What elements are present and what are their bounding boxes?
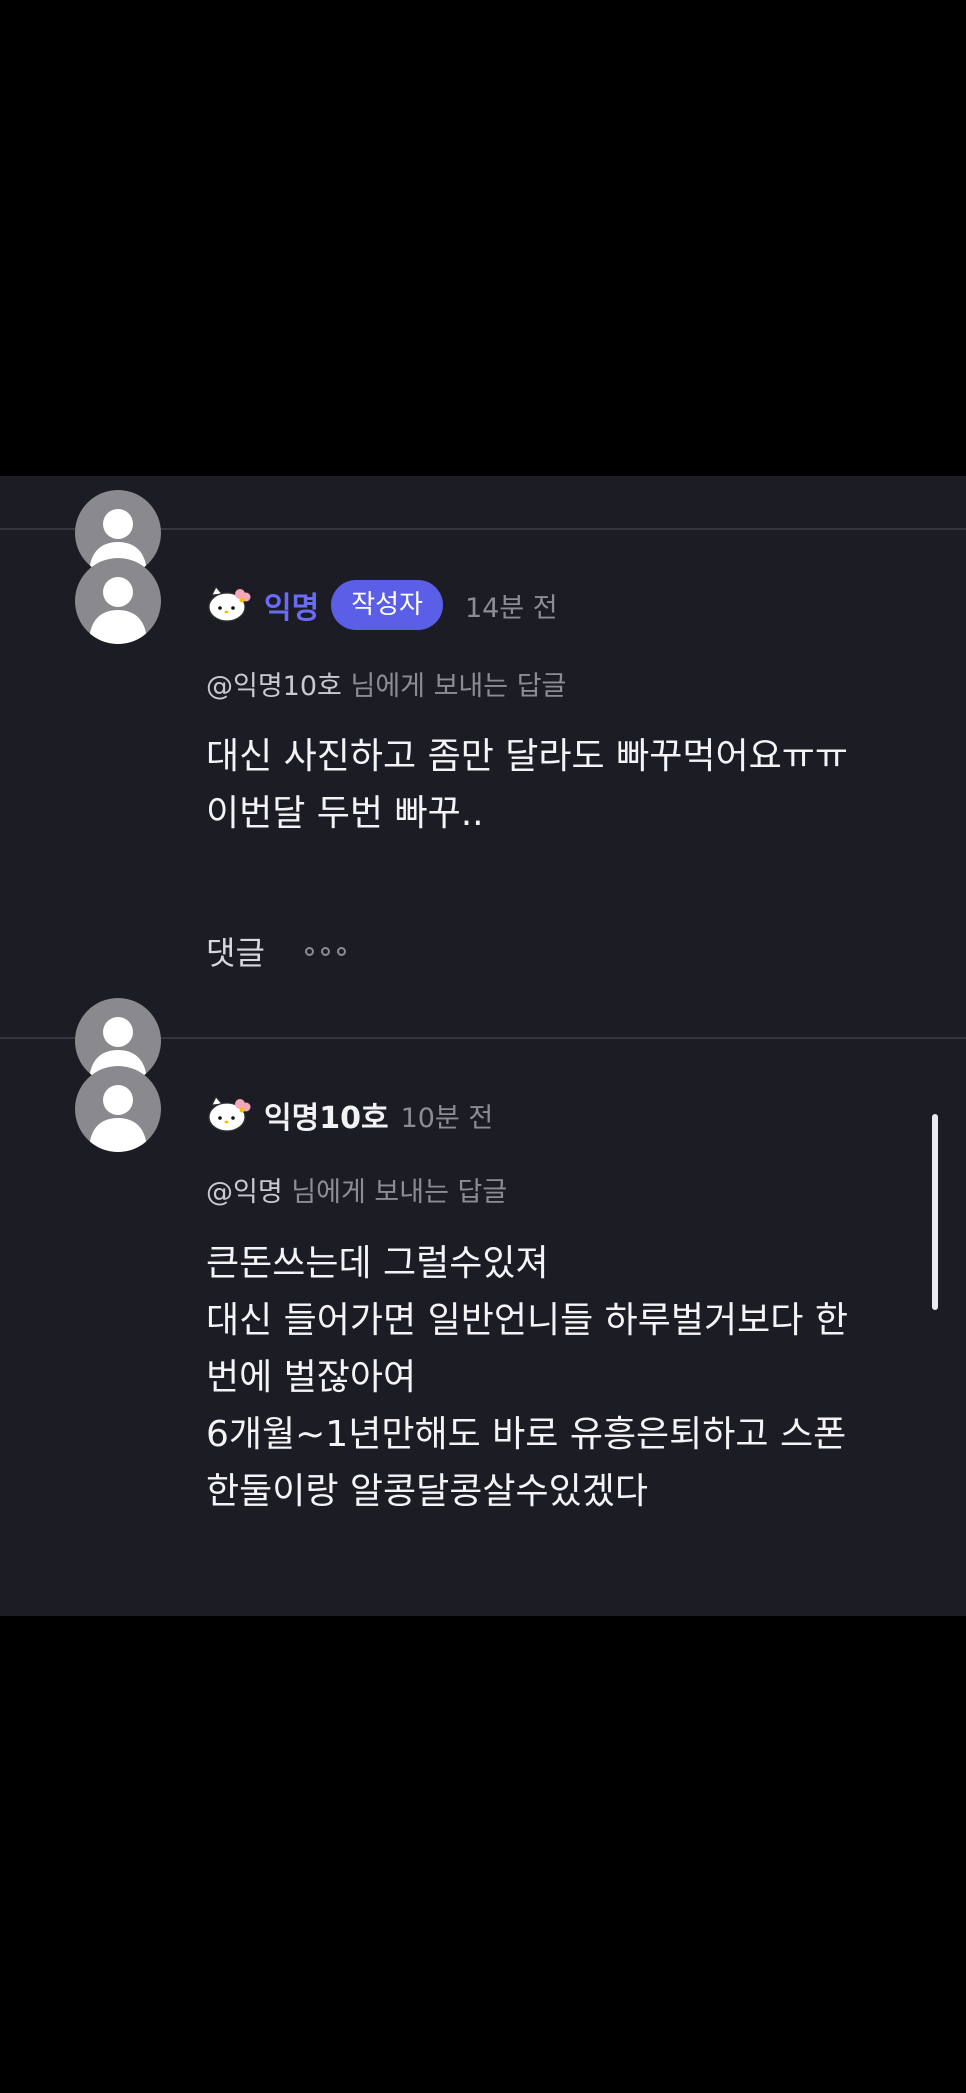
reply-target: @익명 님에게 보내는 답글 bbox=[206, 1170, 507, 1209]
comment-line: 6개월~1년만해도 바로 유흥은퇴하고 스폰 bbox=[206, 1414, 847, 1455]
reply-target: @익명10호 님에게 보내는 답글 bbox=[206, 664, 566, 703]
comment-line: 대신 사진하고 좀만 달라도 빠꾸먹어요ㅠㅠ bbox=[206, 736, 848, 777]
user-silhouette-icon bbox=[89, 577, 147, 644]
more-options-icon[interactable] bbox=[304, 946, 346, 956]
comment-panel: 익명 작성자 14분 전 @익명10호 님에게 보내는 답글 대신 사진하고 좀… bbox=[0, 476, 966, 1616]
reply-target-suffix: 님에게 보내는 답글 bbox=[291, 1177, 508, 1208]
comment-body: 대신 사진하고 좀만 달라도 빠꾸먹어요ㅠㅠ 이번달 두번 빠꾸.. bbox=[206, 728, 926, 842]
author-name[interactable]: 익명10호 bbox=[264, 1093, 389, 1137]
reply-target-suffix: 님에게 보내는 답글 bbox=[350, 671, 567, 702]
user-silhouette-icon bbox=[89, 1085, 147, 1152]
comment-line: 한둘이랑 알콩달콩살수있겠다 bbox=[206, 1471, 649, 1512]
comment-actions: 댓글 bbox=[206, 928, 346, 974]
comment-line: 큰돈쓰는데 그럴수있져 bbox=[206, 1243, 549, 1284]
comment-line: 대신 들어가면 일반언니들 하루벌거보다 한 bbox=[206, 1300, 848, 1341]
avatar-stack[interactable] bbox=[75, 998, 161, 1152]
comment-header: 익명 작성자 14분 전 bbox=[206, 580, 558, 630]
comment-line: 번에 벌잖아여 bbox=[206, 1357, 417, 1398]
scrollbar[interactable] bbox=[932, 1114, 938, 1310]
avatar bbox=[75, 558, 161, 644]
reply-target-name[interactable]: @익명 bbox=[206, 1177, 283, 1208]
comment-line: 이번달 두번 빠꾸.. bbox=[206, 793, 484, 834]
reply-button[interactable]: 댓글 bbox=[206, 928, 265, 974]
avatar-stack[interactable] bbox=[75, 490, 161, 644]
reply-target-name[interactable]: @익명10호 bbox=[206, 671, 342, 702]
comment-header: 익명10호 10분 전 bbox=[206, 1090, 493, 1140]
author-name[interactable]: 익명 bbox=[264, 583, 319, 627]
author-badge: 작성자 bbox=[331, 580, 443, 630]
hello-kitty-icon bbox=[206, 1095, 252, 1135]
timestamp: 14분 전 bbox=[464, 592, 558, 624]
hello-kitty-icon bbox=[206, 585, 252, 625]
timestamp: 10분 전 bbox=[400, 1102, 494, 1134]
comment-body: 큰돈쓰는데 그럴수있져 대신 들어가면 일반언니들 하루벌거보다 한 번에 벌잖… bbox=[206, 1235, 926, 1520]
avatar bbox=[75, 1066, 161, 1152]
